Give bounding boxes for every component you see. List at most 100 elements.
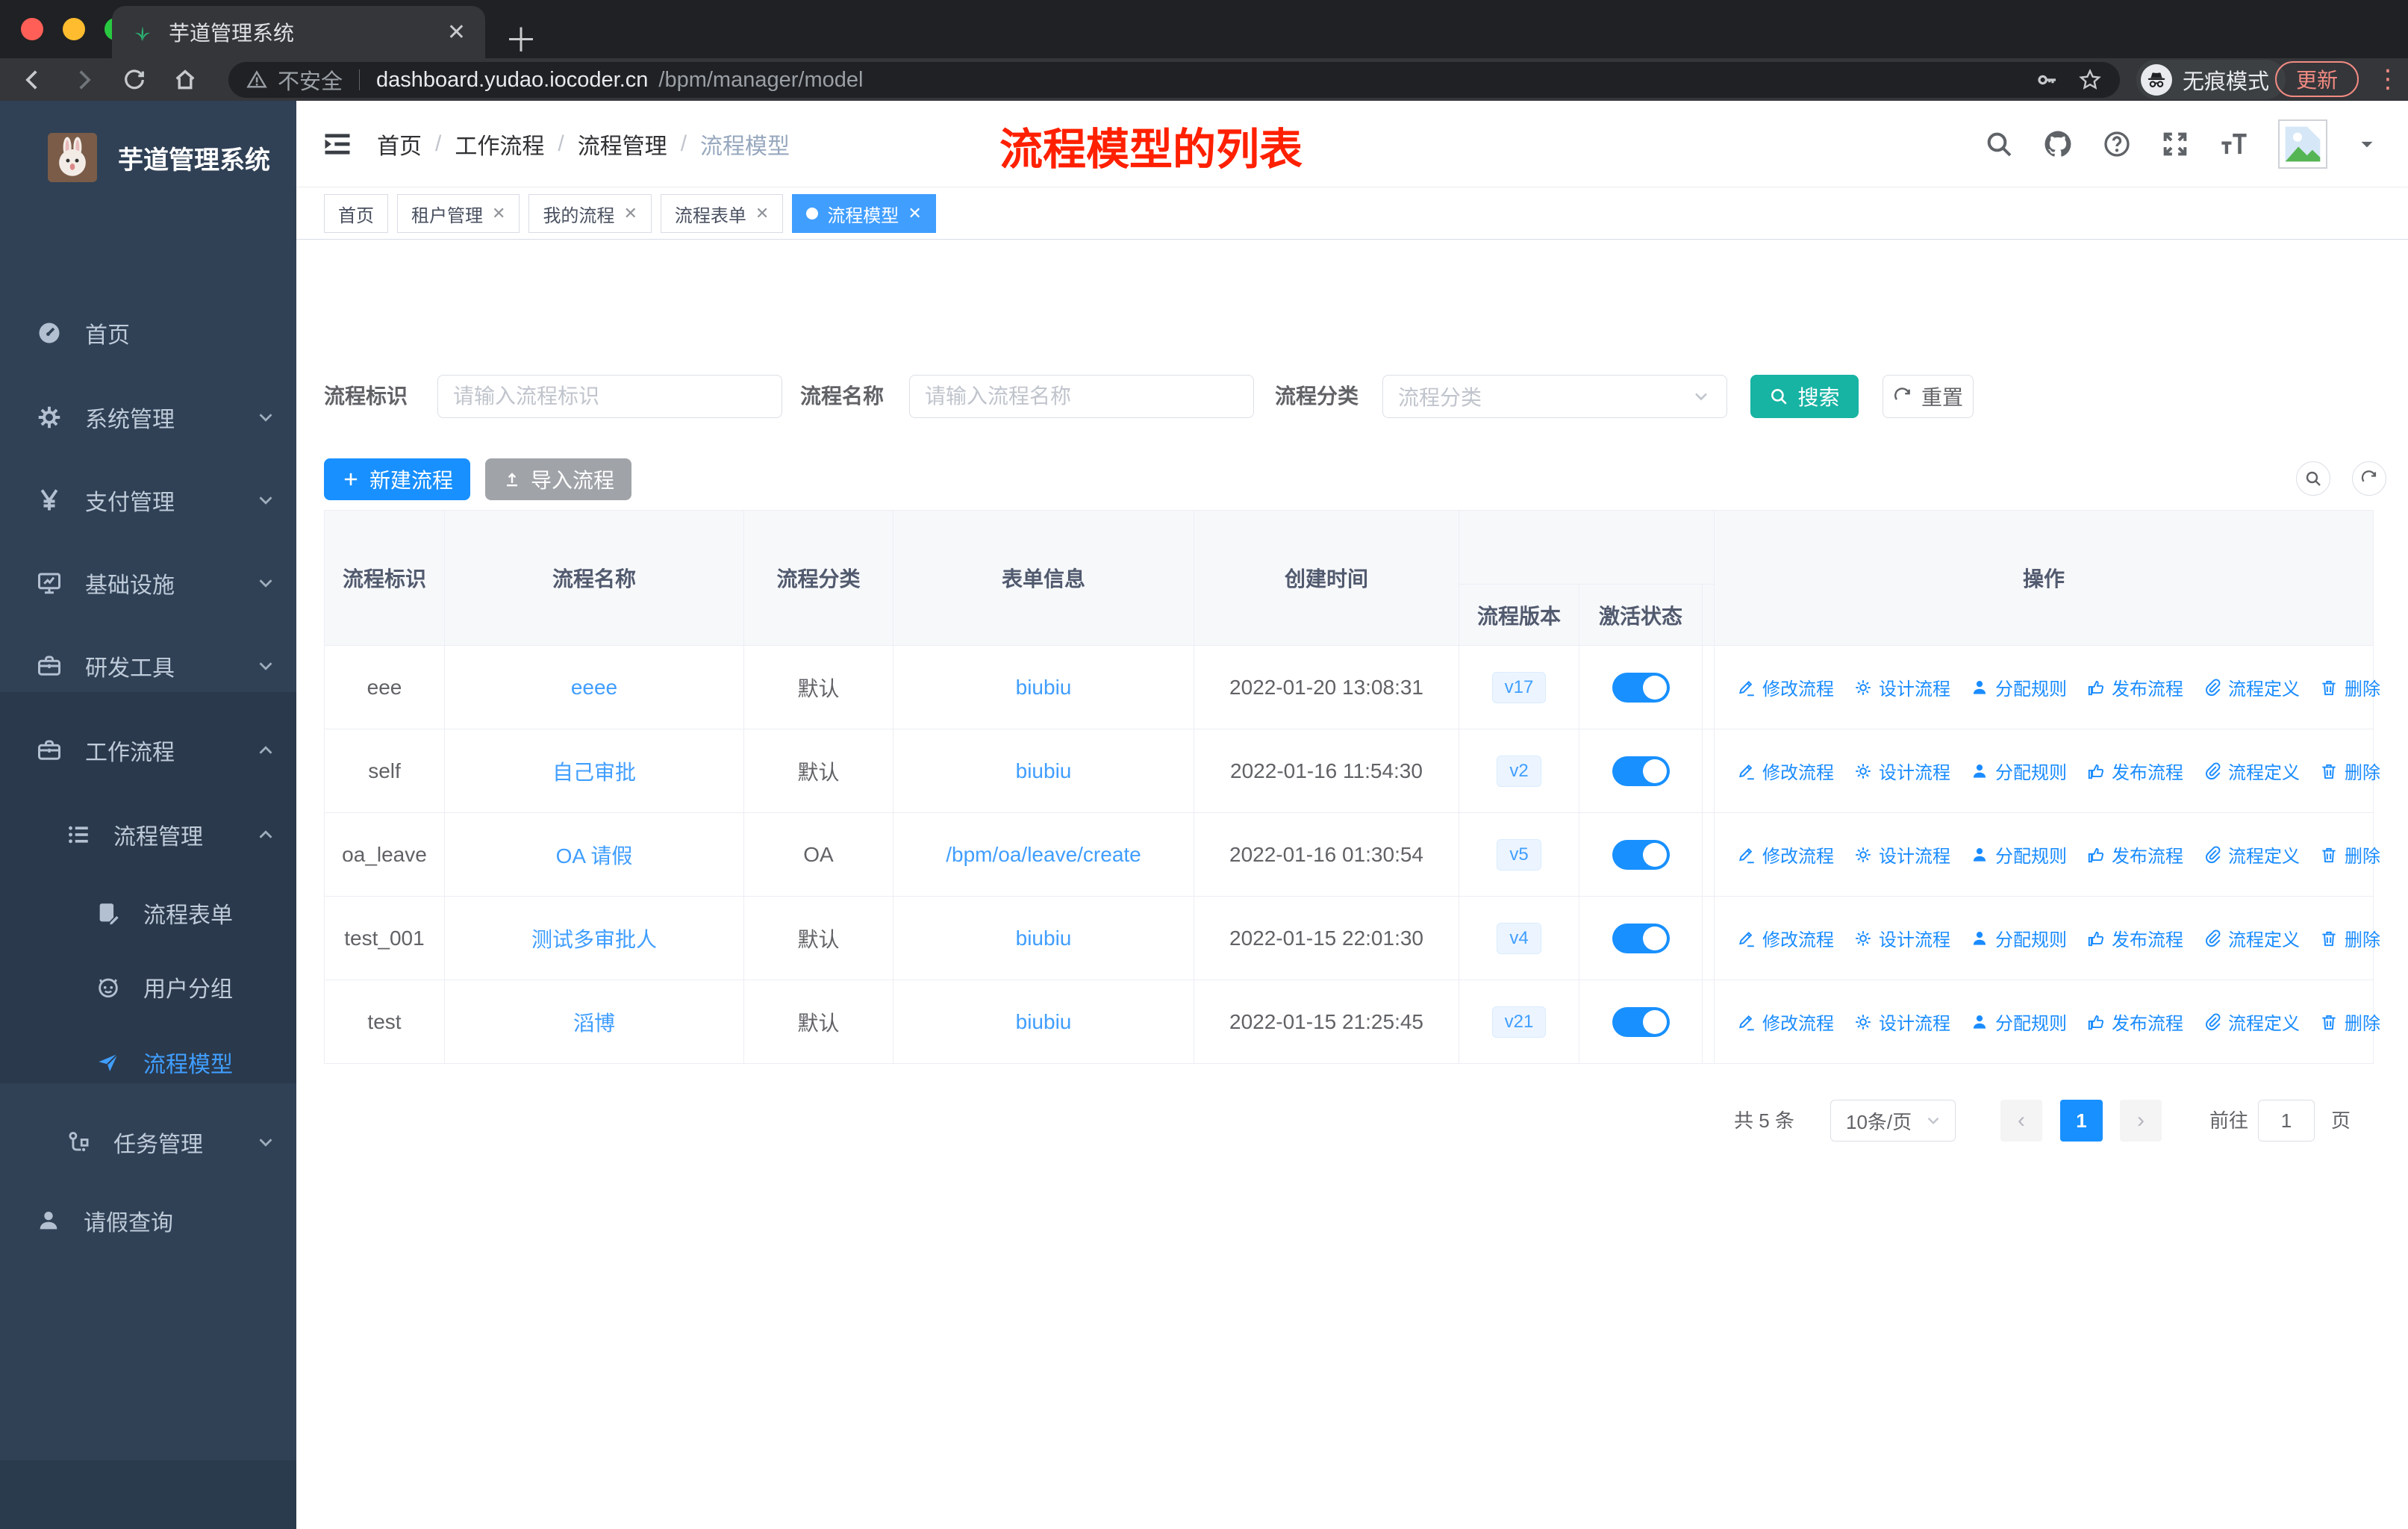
font-size-icon[interactable] xyxy=(2218,128,2250,160)
delete-link[interactable]: 删除 xyxy=(2319,758,2380,784)
form-info-link[interactable]: biubiu xyxy=(1016,927,1072,950)
tag-my-flow[interactable]: 我的流程 ✕ xyxy=(528,194,652,233)
update-button[interactable]: 更新 xyxy=(2275,61,2359,97)
modify-flow-link[interactable]: 修改流程 xyxy=(1737,925,1834,951)
sidebar-item-leave-query[interactable]: 请假查询 xyxy=(0,1179,296,1262)
model-name-link[interactable]: 测试多审批人 xyxy=(531,924,657,953)
sidebar-item-user-group[interactable]: 用户分组 xyxy=(0,950,296,1024)
status-toggle-on[interactable] xyxy=(1612,672,1670,703)
assign-rule-link[interactable]: 分配规则 xyxy=(1970,1009,2067,1035)
search-button[interactable]: 搜索 xyxy=(1750,375,1859,418)
publish-flow-link[interactable]: 发布流程 xyxy=(2086,674,2183,700)
tag-home[interactable]: 首页 xyxy=(324,194,388,233)
sidebar-item-system[interactable]: 系统管理 xyxy=(0,376,296,459)
delete-link[interactable]: 删除 xyxy=(2319,1009,2380,1035)
sidebar-item-flow-model[interactable]: 流程模型 xyxy=(0,1025,296,1100)
browser-tab[interactable]: 芋道管理系统 ✕ xyxy=(112,6,485,58)
prev-page-button[interactable]: ‹ xyxy=(2000,1100,2042,1142)
tag-flow-form[interactable]: 流程表单 ✕ xyxy=(660,194,784,233)
modify-flow-link[interactable]: 修改流程 xyxy=(1737,841,1834,868)
new-tab-button[interactable]: ＋ xyxy=(505,13,537,61)
form-info-link[interactable]: /bpm/oa/leave/create xyxy=(946,843,1141,867)
create-flow-button[interactable]: 新建流程 xyxy=(324,458,470,500)
next-page-button[interactable]: › xyxy=(2120,1100,2162,1142)
tag-tenant[interactable]: 租户管理 ✕ xyxy=(397,194,520,233)
filter-name-input[interactable] xyxy=(909,375,1254,418)
tag-flow-model-active[interactable]: 流程模型 ✕ xyxy=(792,194,936,233)
design-flow-link[interactable]: 设计流程 xyxy=(1853,841,1950,868)
key-icon[interactable] xyxy=(2035,68,2059,92)
home-icon[interactable] xyxy=(169,63,202,96)
sidebar-item-home[interactable]: 首页 xyxy=(0,291,296,375)
sidebar-item-flow-form[interactable]: 流程表单 xyxy=(0,876,296,950)
form-info-link[interactable]: biubiu xyxy=(1016,1010,1072,1034)
bookmark-star-icon[interactable] xyxy=(2078,68,2102,92)
publish-flow-link[interactable]: 发布流程 xyxy=(2086,758,2183,784)
flow-definition-link[interactable]: 流程定义 xyxy=(2203,674,2300,700)
reset-button[interactable]: 重置 xyxy=(1883,375,1974,418)
close-window-button[interactable] xyxy=(21,18,43,40)
assign-rule-link[interactable]: 分配规则 xyxy=(1970,925,2067,951)
delete-link[interactable]: 删除 xyxy=(2319,925,2380,951)
close-icon[interactable]: ✕ xyxy=(755,204,769,223)
publish-flow-link[interactable]: 发布流程 xyxy=(2086,1009,2183,1035)
security-label[interactable]: 不安全 xyxy=(278,64,343,96)
assign-rule-link[interactable]: 分配规则 xyxy=(1970,758,2067,784)
breadcrumb-flow-management[interactable]: 流程管理 xyxy=(578,128,667,161)
status-toggle-on[interactable] xyxy=(1612,756,1670,786)
toggle-search-button[interactable] xyxy=(2296,461,2330,496)
reload-icon[interactable] xyxy=(118,63,151,96)
breadcrumb-workflow[interactable]: 工作流程 xyxy=(455,128,544,161)
close-icon[interactable]: ✕ xyxy=(908,204,921,223)
sidebar-item-flow-management[interactable]: 流程管理 xyxy=(0,793,296,876)
goto-page-input[interactable] xyxy=(2258,1100,2315,1142)
header-search-icon[interactable] xyxy=(1984,129,2014,159)
model-name-link[interactable]: OA 请假 xyxy=(556,840,633,870)
design-flow-link[interactable]: 设计流程 xyxy=(1853,758,1950,784)
sidebar-item-infra[interactable]: 基础设施 xyxy=(0,541,296,625)
status-toggle-on[interactable] xyxy=(1612,1006,1670,1037)
model-name-link[interactable]: eeee xyxy=(571,676,617,700)
sidebar-item-task-management[interactable]: 任务管理 xyxy=(0,1100,296,1184)
import-flow-button[interactable]: 导入流程 xyxy=(485,458,631,500)
sidebar-item-workflow[interactable]: 工作流程 xyxy=(0,709,296,792)
design-flow-link[interactable]: 设计流程 xyxy=(1853,1009,1950,1035)
form-info-link[interactable]: biubiu xyxy=(1016,676,1072,700)
assign-rule-link[interactable]: 分配规则 xyxy=(1970,841,2067,868)
delete-link[interactable]: 删除 xyxy=(2319,841,2380,868)
model-name-link[interactable]: 滔博 xyxy=(573,1007,615,1037)
modify-flow-link[interactable]: 修改流程 xyxy=(1737,758,1834,784)
close-icon[interactable]: ✕ xyxy=(492,204,505,223)
forward-icon[interactable] xyxy=(67,63,100,96)
browser-menu-icon[interactable]: ⋮ xyxy=(2375,64,2401,94)
form-info-link[interactable]: biubiu xyxy=(1016,759,1072,783)
fullscreen-icon[interactable] xyxy=(2160,129,2190,159)
github-icon[interactable] xyxy=(2042,128,2074,160)
model-name-link[interactable]: 自己审批 xyxy=(552,756,636,786)
assign-rule-link[interactable]: 分配规则 xyxy=(1970,674,2067,700)
flow-definition-link[interactable]: 流程定义 xyxy=(2203,758,2300,784)
flow-definition-link[interactable]: 流程定义 xyxy=(2203,925,2300,951)
page-size-select[interactable]: 10条/页 xyxy=(1830,1100,1956,1142)
sidebar-fold-icon[interactable] xyxy=(321,128,354,161)
filter-id-input[interactable] xyxy=(437,375,782,418)
address-bar[interactable]: 不安全 dashboard.yudao.iocoder.cn/bpm/manag… xyxy=(228,62,2120,98)
minimize-window-button[interactable] xyxy=(63,18,85,40)
tab-close-icon[interactable]: ✕ xyxy=(447,19,466,46)
flow-definition-link[interactable]: 流程定义 xyxy=(2203,841,2300,868)
avatar-caret-down-icon[interactable] xyxy=(2356,133,2378,155)
publish-flow-link[interactable]: 发布流程 xyxy=(2086,925,2183,951)
refresh-table-button[interactable] xyxy=(2352,461,2386,496)
help-icon[interactable] xyxy=(2102,129,2132,159)
filter-category-select[interactable]: 流程分类 xyxy=(1382,375,1727,418)
avatar[interactable] xyxy=(2278,119,2327,169)
design-flow-link[interactable]: 设计流程 xyxy=(1853,925,1950,951)
delete-link[interactable]: 删除 xyxy=(2319,674,2380,700)
publish-flow-link[interactable]: 发布流程 xyxy=(2086,841,2183,868)
status-toggle-on[interactable] xyxy=(1612,923,1670,953)
current-page-button[interactable]: 1 xyxy=(2060,1100,2103,1142)
flow-definition-link[interactable]: 流程定义 xyxy=(2203,1009,2300,1035)
modify-flow-link[interactable]: 修改流程 xyxy=(1737,674,1834,700)
back-icon[interactable] xyxy=(16,63,49,96)
sidebar-item-payment[interactable]: 支付管理 xyxy=(0,458,296,542)
